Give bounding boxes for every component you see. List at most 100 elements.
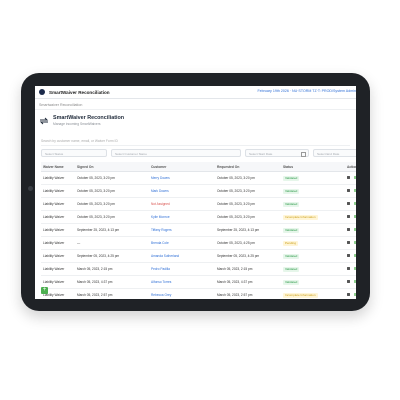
col-signed-on[interactable]: Signed On (75, 162, 149, 172)
download-icon[interactable] (354, 202, 356, 205)
col-actions: Actions (345, 162, 356, 172)
download-icon[interactable] (354, 280, 356, 283)
download-icon[interactable] (354, 228, 356, 231)
app-logo-icon[interactable] (39, 89, 45, 95)
actions-cell (345, 236, 356, 250)
waiver-name-cell: Liability Waiver (41, 210, 75, 224)
top-bar: SmartWaiver Reconciliation February 19th… (35, 86, 356, 99)
requested-on-cell: September 05, 2023, 4:25 pm (215, 249, 281, 263)
download-icon[interactable] (354, 267, 356, 270)
download-icon[interactable] (354, 293, 356, 296)
view-icon[interactable] (347, 176, 350, 179)
col-waiver-name[interactable]: Waiver Name (41, 162, 75, 172)
page-subtitle: Manage incoming SmartWaivers (53, 122, 101, 126)
sync-icon (39, 117, 49, 124)
customer-link[interactable]: Rebecca Grey (149, 288, 215, 299)
view-icon[interactable] (347, 241, 350, 244)
view-icon[interactable] (347, 280, 350, 283)
view-icon[interactable] (347, 293, 350, 296)
customer-link[interactable]: Not Assigned (149, 197, 215, 211)
view-icon[interactable] (347, 254, 350, 257)
download-icon[interactable] (354, 241, 356, 244)
requested-on-cell: October 05, 2023, 3:20 pm (215, 210, 281, 224)
table-row[interactable]: Liability Waiver October 05, 2023, 3:20 p… (41, 210, 356, 224)
signed-on-cell: — (75, 236, 149, 250)
customer-link[interactable]: Pedro Padilla (149, 262, 215, 276)
status-badge: Validated (283, 253, 300, 259)
requested-on-cell: October 05, 2023, 3:20 pm (215, 184, 281, 198)
add-button[interactable]: + (41, 287, 48, 294)
col-status[interactable]: Status (281, 162, 345, 172)
view-icon[interactable] (347, 215, 350, 218)
status-badge: Validated (283, 175, 300, 181)
table-row[interactable]: Liability Waiver September 25, 2023, 4:13… (41, 223, 356, 237)
requested-on-cell: October 05, 2023, 3:20 pm (215, 171, 281, 185)
status-cell: Validated (281, 249, 345, 263)
waivers-table: Waiver Name Signed On Customer Requested… (41, 162, 356, 299)
status-badge: Validated (283, 279, 300, 285)
camera-dot (28, 186, 33, 191)
actions-cell (345, 249, 356, 263)
signed-on-cell: September 05, 2023, 4:25 pm (75, 249, 149, 263)
status-badge: Incomplete Information (283, 292, 318, 298)
end-date-label: Select End Date (317, 152, 340, 156)
waiver-name-cell: Liability Waiver (41, 197, 75, 211)
user-info[interactable]: February 19th 2026 · NU·STORM TZ·T: PROD… (257, 89, 356, 93)
customer-link[interactable]: Mark Downs (149, 184, 215, 198)
breadcrumb[interactable]: Smartwaiver Reconciliation (39, 103, 82, 107)
table-row[interactable]: Liability Waiver September 05, 2023, 4:25… (41, 249, 356, 263)
customer-link[interactable]: Brenda Cole (149, 236, 215, 250)
view-icon[interactable] (347, 228, 350, 231)
waiver-name-cell: Liability Waiver (41, 223, 75, 237)
status-cell: Validated (281, 197, 345, 211)
table-row[interactable]: Liability Waiver March 05, 2023, 2:15 pm P… (41, 262, 356, 276)
table-body: Liability Waiver October 05, 2023, 3:20 p… (41, 171, 356, 299)
waiver-name-cell: Liability Waiver (41, 171, 75, 185)
signed-on-cell: March 05, 2023, 2:15 pm (75, 262, 149, 276)
status-cell: Incomplete Information (281, 210, 345, 224)
status-cell: Validated (281, 223, 345, 237)
end-date-filter[interactable]: Select End Date (313, 149, 356, 157)
download-icon[interactable] (354, 189, 356, 192)
table-row[interactable]: Liability Waiver October 05, 2023, 3:20 p… (41, 171, 356, 185)
view-icon[interactable] (347, 267, 350, 270)
app-screen: SmartWaiver Reconciliation February 19th… (35, 86, 356, 299)
view-icon[interactable] (347, 202, 350, 205)
download-icon[interactable] (354, 254, 356, 257)
table-row[interactable]: Liability Waiver March 05, 2023, 2:57 pm R… (41, 288, 356, 299)
filter-bar: Select Status Select Customer Name Selec… (41, 149, 356, 157)
signed-on-cell: September 25, 2023, 4:13 pm (75, 223, 149, 237)
status-cell: Validated (281, 184, 345, 198)
status-filter[interactable]: Select Status (41, 149, 107, 157)
signed-on-cell: October 05, 2023, 3:20 pm (75, 210, 149, 224)
requested-on-cell: October 05, 2023, 4:25 pm (215, 236, 281, 250)
status-cell: Validated (281, 262, 345, 276)
actions-cell (345, 197, 356, 211)
col-customer[interactable]: Customer (149, 162, 215, 172)
table-row[interactable]: Liability Waiver — Brenda Cole October 05, … (41, 236, 356, 250)
download-icon[interactable] (354, 215, 356, 218)
customer-link[interactable]: Amanda Sutherland (149, 249, 215, 263)
waiver-name-cell: Liability Waiver (41, 249, 75, 263)
status-cell: Pending (281, 236, 345, 250)
table-row[interactable]: Liability Waiver October 05, 2023, 3:20 p… (41, 184, 356, 198)
col-requested-on[interactable]: Requested On (215, 162, 281, 172)
waiver-name-cell: Liability Waiver (41, 236, 75, 250)
table-row[interactable]: Liability Waiver March 05, 2023, 4:37 pm A… (41, 275, 356, 289)
search-input[interactable]: Search by customer name, email, or Waive… (41, 138, 350, 146)
view-icon[interactable] (347, 189, 350, 192)
signed-on-cell: March 05, 2023, 4:37 pm (75, 275, 149, 289)
customer-link[interactable]: Alfonso Torres (149, 275, 215, 289)
customer-filter[interactable]: Select Customer Name (111, 149, 241, 157)
start-date-filter[interactable]: Select Start Date (245, 149, 309, 157)
waiver-name-cell: Liability Waiver (41, 262, 75, 276)
requested-on-cell: March 05, 2023, 2:15 pm (215, 262, 281, 276)
customer-link[interactable]: Kylie Monroe (149, 210, 215, 224)
customer-link[interactable]: Merry Downs (149, 171, 215, 185)
table-row[interactable]: Liability Waiver October 05, 2023, 3:20 p… (41, 197, 356, 211)
app-title: SmartWaiver Reconciliation (49, 89, 110, 95)
download-icon[interactable] (354, 176, 356, 179)
requested-on-cell: March 05, 2023, 4:37 pm (215, 275, 281, 289)
customer-link[interactable]: Tiffany Rogers (149, 223, 215, 237)
calendar-icon (301, 152, 306, 157)
